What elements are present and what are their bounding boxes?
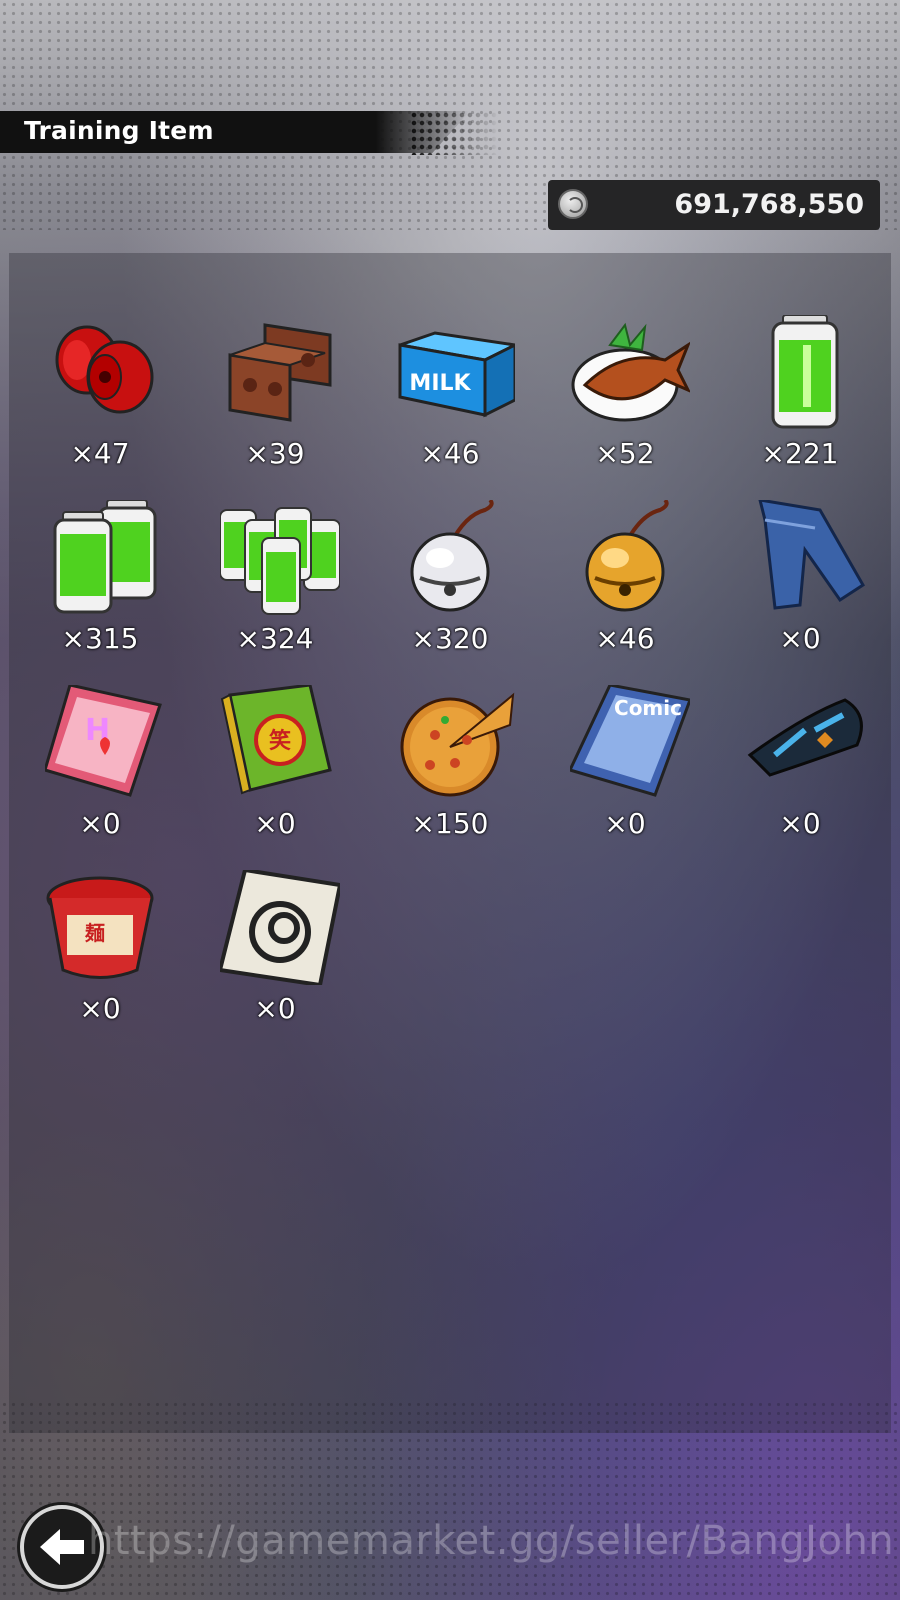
item-count: ×0 [604,807,646,840]
item-count: ×150 [411,807,489,840]
item-count: ×0 [779,622,821,655]
item-comic-book[interactable]: Comic ×0 [545,685,705,845]
item-count: ×0 [79,807,121,840]
arrow-left-icon [40,1529,84,1565]
item-count: ×0 [254,992,296,1025]
item-silver-bell[interactable]: ×320 [370,500,530,660]
item-battery-pack[interactable]: ×324 [195,500,355,660]
ramen-icon: 麺 [46,876,154,979]
svg-text:MILK: MILK [409,371,471,396]
currency-value: 691,768,550 [674,189,864,220]
item-count: ×39 [245,437,305,470]
milk-icon: MILK [398,331,515,418]
item-dumbbell[interactable]: ×47 [20,315,180,475]
brick-icon [228,323,332,422]
silver-bell-icon [410,500,494,612]
header-halftone [410,111,500,155]
item-count: ×0 [779,807,821,840]
item-pizza[interactable]: ×150 [370,685,530,845]
capsule-card-icon [220,870,340,985]
item-joke-book[interactable]: 笑 ×0 [195,685,355,845]
book-icon: 笑 [220,685,332,795]
item-count: ×52 [595,437,655,470]
item-count: ×46 [420,437,480,470]
item-battery-double[interactable]: ×315 [20,500,180,660]
item-ramen-cup[interactable]: 麺 ×0 [20,870,180,1030]
jeans-icon [758,500,865,610]
pizza-icon [400,692,515,797]
comic-book-icon: Comic [570,685,690,797]
header-bar: Training Item [0,111,470,153]
fish-icon [571,322,690,422]
item-count: ×320 [411,622,489,655]
item-count: ×221 [761,437,839,470]
battery-icon [771,315,839,429]
book-icon: H [45,685,162,797]
coin-icon [558,189,588,219]
gold-bell-icon [585,500,669,612]
watermark: https://gamemarket.gg/seller/BangJohn [88,1518,895,1564]
item-count: ×47 [70,437,130,470]
item-romance-book[interactable]: H ×0 [20,685,180,845]
item-gold-bell[interactable]: ×46 [545,500,705,660]
svg-text:麺: 麺 [84,921,105,945]
wristband-icon [747,698,863,777]
svg-text:Comic: Comic [614,696,682,720]
battery-pack-icon [220,507,340,615]
item-wristband[interactable]: ×0 [720,685,880,845]
item-count: ×315 [61,622,139,655]
battery-icon [53,500,157,614]
item-count: ×324 [236,622,314,655]
item-milk[interactable]: MILK ×46 [370,315,530,475]
svg-text:笑: 笑 [269,728,291,754]
item-count: ×46 [595,622,655,655]
item-count: ×0 [79,992,121,1025]
item-capsule-card[interactable]: ×0 [195,870,355,1030]
item-bricks[interactable]: ×39 [195,315,355,475]
currency-display: 691,768,550 [548,180,880,230]
item-jeans[interactable]: ×0 [720,500,880,660]
item-grilled-fish[interactable]: ×52 [545,315,705,475]
item-battery-single[interactable]: ×221 [720,315,880,475]
page-title: Training Item [24,116,214,145]
dumbbell-icon [55,325,154,414]
item-count: ×0 [254,807,296,840]
